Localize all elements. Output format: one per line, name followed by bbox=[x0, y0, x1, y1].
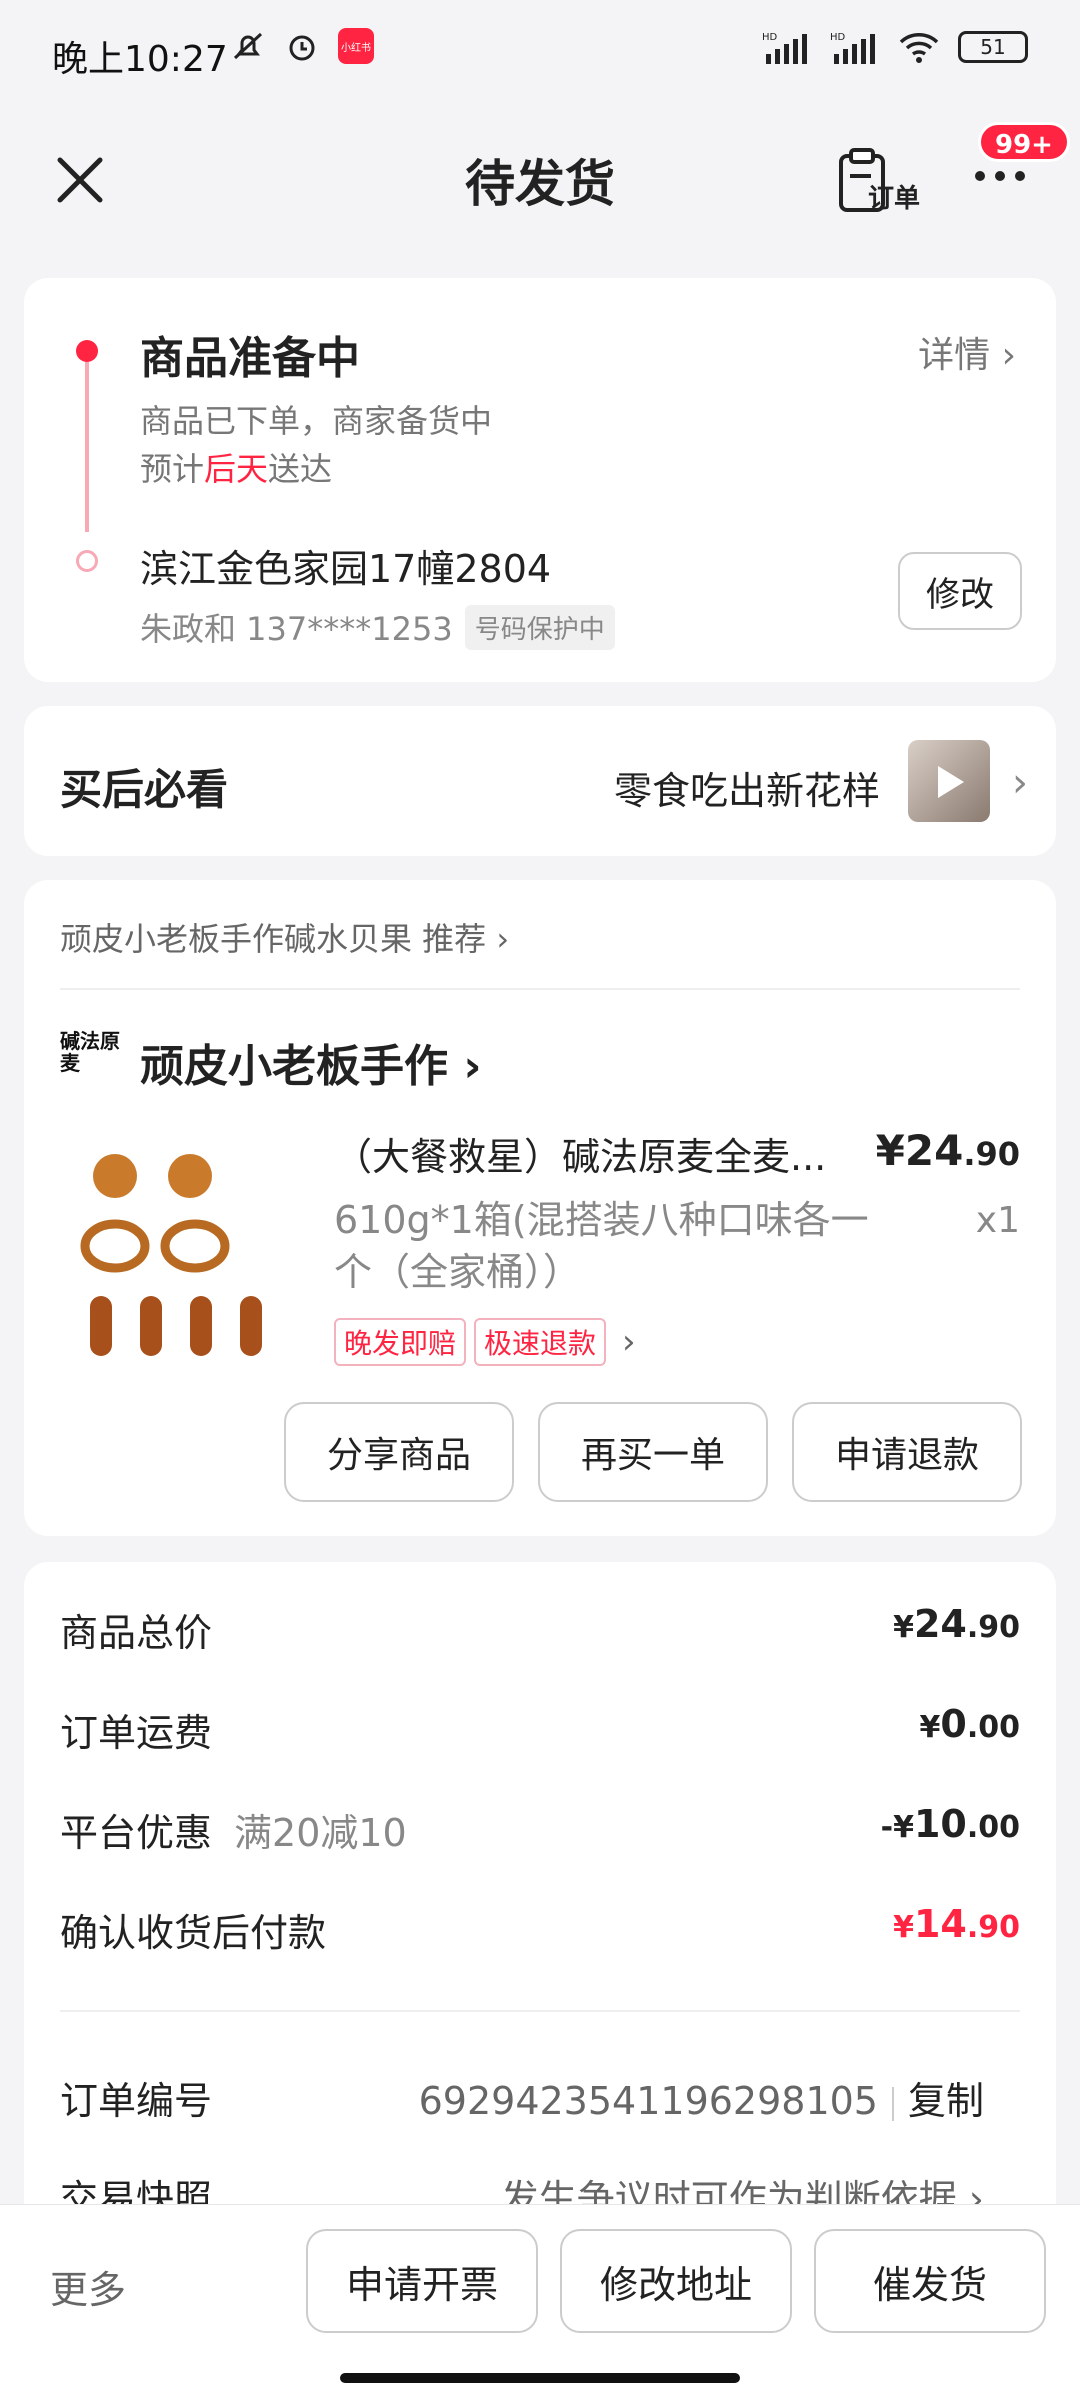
delivery-eta: 预计后天送达 bbox=[140, 444, 332, 490]
chevron-right-icon[interactable]: › bbox=[1012, 760, 1028, 806]
eta-suffix: 送达 bbox=[268, 450, 332, 488]
shop-name[interactable]: 顽皮小老板手作 › bbox=[140, 1030, 481, 1094]
timeline-active-dot bbox=[76, 340, 98, 362]
summary-row-shipping: 订单运费 ¥0.00 bbox=[60, 1702, 1020, 1762]
bottom-action-bar: 更多 申请开票 修改地址 催发货 bbox=[0, 2204, 1080, 2400]
tag-late-compensation[interactable]: 晚发即赔 bbox=[334, 1318, 466, 1366]
currency-symbol: ¥ bbox=[893, 1910, 914, 1945]
status-icons-right: HD HD 51 bbox=[762, 30, 1028, 64]
summary-row-total: 商品总价 ¥24.90 bbox=[60, 1602, 1020, 1662]
must-see-promo-text[interactable]: 零食吃出新花样 bbox=[614, 760, 880, 815]
product-actions: 分享商品 再买一单 申请退款 bbox=[284, 1402, 1022, 1502]
home-indicator[interactable] bbox=[340, 2373, 740, 2383]
mute-bell-icon bbox=[230, 28, 266, 64]
product-quantity: x1 bbox=[976, 1200, 1020, 1241]
summary-label: 确认收货后付款 bbox=[60, 1902, 326, 1957]
rebuy-button[interactable]: 再买一单 bbox=[538, 1402, 768, 1502]
invoice-button[interactable]: 申请开票 bbox=[306, 2229, 538, 2333]
currency-symbol: ¥ bbox=[920, 1710, 941, 1745]
currency-symbol: ¥ bbox=[893, 1610, 914, 1645]
discount-label: 平台优惠 bbox=[60, 1811, 212, 1855]
divider bbox=[60, 2010, 1020, 2012]
product-title[interactable]: （大餐救星）碱法原麦全麦... bbox=[334, 1126, 894, 1181]
amount-decimal: .00 bbox=[967, 1810, 1020, 1845]
battery-icon: 51 bbox=[958, 31, 1028, 63]
summary-label: 商品总价 bbox=[60, 1602, 212, 1657]
product-card: 顽皮小老板手作碱水贝果 推荐 › 碱法原麦 顽皮小老板手作 › （大餐救星）碱法… bbox=[24, 880, 1056, 1536]
xiaohongshu-app-icon: 小红书 bbox=[338, 28, 374, 64]
amount-integer: 10 bbox=[914, 1802, 967, 1846]
privacy-tag: 号码保护中 bbox=[465, 605, 615, 650]
signal-icon-2: HD bbox=[830, 30, 880, 64]
amount-integer: 14 bbox=[914, 1902, 967, 1946]
order-label[interactable]: 订单 bbox=[868, 178, 920, 215]
divider bbox=[60, 988, 1020, 990]
shipping-status-subtitle: 商品已下单，商家备货中 bbox=[140, 396, 492, 442]
timeline-line bbox=[85, 362, 89, 532]
summary-label: 平台优惠满20减10 bbox=[60, 1802, 407, 1857]
modify-address-button[interactable]: 修改 bbox=[898, 552, 1022, 630]
shop-recommend-link[interactable]: 顽皮小老板手作碱水贝果 推荐 › bbox=[60, 914, 509, 960]
summary-label: 订单运费 bbox=[60, 1702, 212, 1757]
svg-text:HD: HD bbox=[762, 32, 778, 43]
order-number-value: 6929423541196298105 复制 bbox=[419, 2070, 984, 2125]
order-number-row: 订单编号 6929423541196298105 复制 bbox=[60, 2070, 1020, 2130]
status-time: 晚上10:27 bbox=[52, 30, 228, 82]
summary-value: ¥0.00 bbox=[920, 1702, 1020, 1746]
wifi-icon bbox=[898, 30, 940, 64]
share-product-button[interactable]: 分享商品 bbox=[284, 1402, 514, 1502]
contact-info: 朱政和 137****1253 号码保护中 bbox=[140, 604, 615, 650]
discount-rule: 满20减10 bbox=[234, 1811, 407, 1855]
summary-row-payable: 确认收货后付款 ¥14.90 bbox=[60, 1902, 1020, 1962]
product-price-decimal: .90 bbox=[963, 1135, 1020, 1173]
product-spec: 610g*1箱(混搭装八种口味各一个（全家桶）） bbox=[334, 1194, 894, 1298]
order-number-label: 订单编号 bbox=[60, 2070, 212, 2125]
product-price-main: ¥24 bbox=[876, 1126, 964, 1175]
eta-highlight: 后天 bbox=[204, 450, 268, 488]
more-button[interactable]: 更多 bbox=[50, 2259, 126, 2314]
must-see-card[interactable]: 买后必看 零食吃出新花样 › bbox=[24, 706, 1056, 856]
product-image[interactable] bbox=[60, 1136, 310, 1386]
summary-row-discount: 平台优惠满20减10 -¥10.00 bbox=[60, 1802, 1020, 1862]
product-price: ¥24.90 bbox=[876, 1126, 1020, 1175]
copy-button[interactable]: 复制 bbox=[908, 2079, 984, 2123]
status-icons-left: 小红书 bbox=[230, 28, 374, 64]
status-bar: 晚上10:27 小红书 HD HD 51 bbox=[0, 0, 1080, 110]
svg-text:HD: HD bbox=[830, 32, 846, 43]
chevron-right-icon[interactable]: › bbox=[622, 1322, 636, 1362]
separator bbox=[892, 2087, 894, 2121]
urge-shipping-button[interactable]: 催发货 bbox=[814, 2229, 1046, 2333]
amount-integer: 0 bbox=[940, 1702, 966, 1746]
service-tags[interactable]: 晚发即赔 极速退款 › bbox=[334, 1318, 636, 1366]
amount-decimal: .90 bbox=[967, 1610, 1020, 1645]
shipping-status-card: 商品准备中 详情 › 商品已下单，商家备货中 预计后天送达 滨江金色家园17幢2… bbox=[24, 278, 1056, 682]
shop-logo[interactable]: 碱法原麦 bbox=[60, 1030, 120, 1090]
shipping-status-title: 商品准备中 bbox=[140, 322, 360, 386]
tag-fast-refund[interactable]: 极速退款 bbox=[474, 1318, 606, 1366]
summary-value: ¥24.90 bbox=[893, 1602, 1020, 1646]
detail-link[interactable]: 详情 › bbox=[918, 326, 1016, 378]
must-see-title: 买后必看 bbox=[60, 756, 228, 817]
signal-icon: HD bbox=[762, 30, 812, 64]
amount-decimal: .00 bbox=[967, 1710, 1020, 1745]
notification-badge: 99+ bbox=[978, 122, 1070, 162]
summary-value: -¥10.00 bbox=[881, 1802, 1020, 1846]
timeline-address-dot bbox=[76, 550, 98, 572]
alarm-clock-icon bbox=[284, 28, 320, 64]
contact-name-phone: 朱政和 137****1253 bbox=[140, 604, 453, 650]
video-thumbnail[interactable] bbox=[908, 740, 990, 822]
nav-bar: 待发货 订单 99+ bbox=[0, 120, 1080, 240]
order-number: 6929423541196298105 bbox=[419, 2079, 878, 2123]
amount-integer: 24 bbox=[914, 1602, 967, 1646]
refund-button[interactable]: 申请退款 bbox=[792, 1402, 1022, 1502]
summary-value: ¥14.90 bbox=[893, 1902, 1020, 1946]
play-icon bbox=[938, 766, 964, 798]
eta-prefix: 预计 bbox=[140, 450, 204, 488]
change-address-button[interactable]: 修改地址 bbox=[560, 2229, 792, 2333]
delivery-address: 滨江金色家园17幢2804 bbox=[140, 538, 551, 593]
currency-symbol: -¥ bbox=[881, 1810, 914, 1845]
amount-decimal: .90 bbox=[967, 1910, 1020, 1945]
